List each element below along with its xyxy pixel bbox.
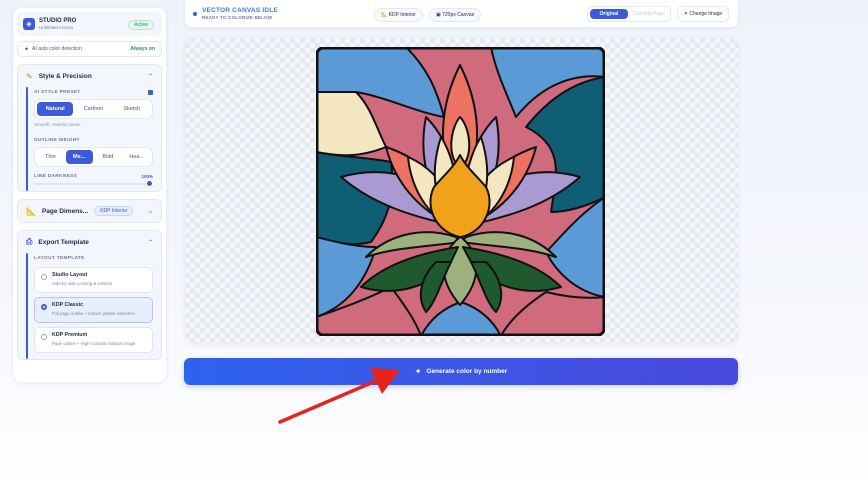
style-panel-header[interactable]: ✎ Style & Precision ⌃ [18, 65, 161, 87]
view-original-button[interactable]: Original [590, 9, 628, 19]
layout-label: LAYOUT TEMPLATE [34, 255, 85, 261]
template-kdp-classic[interactable]: KDP Classic Full page outline + bottom p… [34, 297, 153, 323]
outline-thin[interactable]: Thin [37, 150, 64, 164]
canvas-topbar: VECTOR CANVAS IDLE READY TO COLORIZE BEL… [185, 0, 738, 27]
generate-button[interactable]: ✦ Generate color by number [184, 358, 738, 385]
view-toggle: Original Coloring Page [587, 6, 671, 22]
export-panel: ⎙ Export Template ⌃ LAYOUT TEMPLATE Stud… [17, 230, 162, 360]
export-panel-title: Export Template [38, 238, 89, 246]
generate-label: Generate color by number [426, 368, 508, 375]
chevron-up-icon[interactable]: ⌃ [148, 73, 153, 80]
preset-hint: Smooth, realistic zones [34, 122, 81, 127]
template-desc: Full page outline + bottom palette swatc… [52, 311, 135, 316]
dimensions-panel: 📐 Page Dimens... KDP Interior ⌄ [17, 199, 162, 223]
auto-detect-status: Always on [130, 46, 155, 52]
style-panel: ✎ Style & Precision ⌃ AI STYLE PRESET Na… [17, 64, 162, 192]
dimensions-panel-title: Page Dimens... [41, 207, 89, 215]
chevron-up-icon[interactable]: ⌃ [148, 239, 153, 246]
outline-selector: Thin Me... Bold Hea... [34, 147, 153, 167]
sparkle-icon: ✦ [24, 46, 30, 53]
dimensions-panel-header[interactable]: 📐 Page Dimens... KDP Interior ⌄ [18, 200, 161, 222]
dimensions-chip: KDP Interior [94, 206, 134, 216]
change-image-button[interactable]: ✕ Change Image [677, 6, 729, 22]
darkness-slider-handle[interactable] [146, 180, 153, 187]
canvas-title: VECTOR CANVAS IDLE [202, 7, 278, 14]
status-badge: Active [128, 20, 154, 30]
outline-heavy[interactable]: Hea... [123, 150, 150, 164]
preset-label: AI STYLE PRESET [34, 87, 153, 97]
view-coloring-button[interactable]: Coloring Page [630, 9, 668, 19]
info-icon[interactable] [148, 89, 153, 95]
darkness-label: LINE DARKNESS [34, 173, 78, 179]
canvas-stage [185, 38, 738, 344]
image-icon: ▣ [436, 12, 441, 18]
outline-label: OUTLINE WEIGHT [34, 137, 80, 143]
template-studio-layout[interactable]: Studio Layout Side-by-side coloring & so… [34, 267, 153, 293]
brand-title: STUDIO PRO [39, 17, 77, 24]
preset-sketch[interactable]: Sketch [114, 102, 150, 116]
interior-chip: 📐 KDP Interior [374, 8, 423, 22]
template-name: KDP Premium [52, 332, 88, 338]
ruler-icon: 📐 [26, 206, 36, 216]
template-kdp-premium[interactable]: KDP Premium Page outline + High-contrast… [34, 327, 153, 353]
template-desc: Page outline + High-contrast solution im… [52, 341, 136, 346]
chevron-down-icon[interactable]: ⌄ [148, 208, 153, 215]
export-panel-header[interactable]: ⎙ Export Template ⌃ [18, 231, 161, 253]
sidebar: ◈ STUDIO PRO Unlimited Access Active ✦ A… [13, 8, 166, 382]
preset-cartoon[interactable]: Cartoon [75, 102, 111, 116]
outline-bold[interactable]: Bold [95, 150, 122, 164]
darkness-value: 100% [141, 173, 153, 179]
template-name: Studio Layout [52, 272, 88, 278]
canvas-subtitle: READY TO COLORIZE BELOW [202, 15, 273, 20]
darkness-row: LINE DARKNESS 100% [34, 171, 153, 181]
template-radio[interactable] [41, 334, 47, 340]
lotus-artwork [316, 47, 605, 336]
preset-natural[interactable]: Natural [37, 102, 74, 116]
brand-card: ◈ STUDIO PRO Unlimited Access Active [17, 12, 162, 36]
preset-selector: Natural Cartoon Sketch [34, 99, 153, 119]
auto-detect-label: AI auto color detection [32, 46, 82, 52]
outline-medium[interactable]: Me... [65, 150, 93, 164]
pencil-icon: ✎ [26, 71, 33, 81]
sparkle-icon: ✦ [414, 367, 422, 376]
darkness-slider[interactable] [34, 180, 153, 187]
printer-icon: ⎙ [26, 237, 33, 246]
ruler-icon: 📐 [381, 12, 388, 18]
style-panel-title: Style & Precision [38, 72, 92, 80]
template-name: KDP Classic [52, 302, 84, 308]
status-dot [193, 11, 197, 16]
template-radio[interactable] [41, 274, 47, 280]
brand-subtitle: Unlimited Access [39, 24, 74, 30]
canvas-size-chip: ▣ 720px Canvas [429, 8, 482, 22]
template-radio[interactable] [41, 304, 47, 310]
layers-icon: ◈ [23, 18, 35, 30]
annotation-arrow-icon [278, 368, 400, 424]
auto-detect-row: ✦ AI auto color detection Always on [17, 41, 162, 57]
template-desc: Side-by-side coloring & solution [52, 281, 113, 286]
